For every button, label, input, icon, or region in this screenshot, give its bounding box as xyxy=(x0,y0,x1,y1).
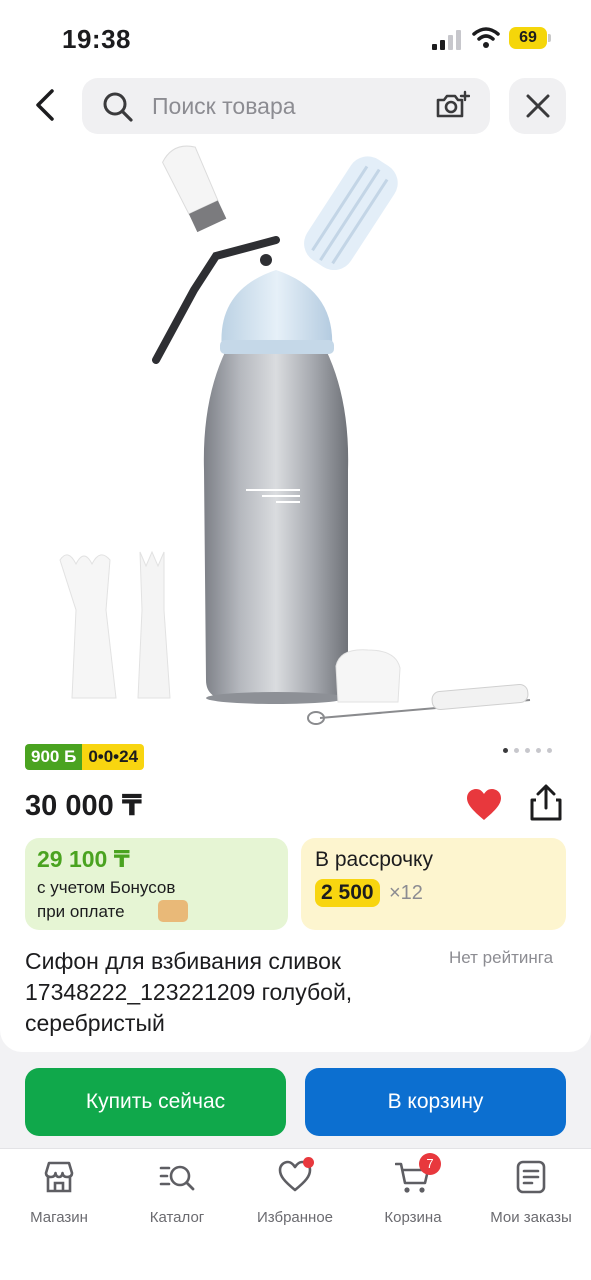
store-icon xyxy=(44,1161,74,1193)
close-icon xyxy=(526,94,549,118)
favorite-heart-icon[interactable] xyxy=(466,788,502,822)
installment-title: В рассрочку xyxy=(315,848,433,871)
signal-icon xyxy=(432,30,461,50)
battery-icon: 69 xyxy=(509,27,547,49)
tab-label: Магазин xyxy=(30,1209,88,1226)
search-input[interactable]: Поиск товара xyxy=(82,78,490,134)
bonus-price: 29 100 ₸ xyxy=(37,846,130,872)
camera-search-icon[interactable] xyxy=(434,90,470,122)
bonus-caption: с учетом Бонусов xyxy=(37,878,176,897)
status-time: 19:38 xyxy=(62,24,131,54)
pager-dot xyxy=(503,748,508,753)
bonus-badge: 900 Б xyxy=(25,744,83,770)
bonus-caption-payment: при оплате xyxy=(37,902,125,921)
back-button[interactable] xyxy=(24,84,66,126)
search-placeholder: Поиск товара xyxy=(152,93,296,119)
bottom-tab-bar: Магазин Каталог Избранное 7 Корзина Мои … xyxy=(0,1148,591,1280)
installment-months: ×12 xyxy=(389,882,423,904)
wifi-icon xyxy=(472,27,500,48)
product-price: 30 000 ₸ xyxy=(25,790,142,822)
tab-label: Мои заказы xyxy=(490,1209,572,1226)
tab-orders[interactable]: Мои заказы xyxy=(472,1159,590,1226)
payment-method-icon xyxy=(158,900,188,922)
tab-label: Корзина xyxy=(384,1209,442,1226)
installment-badge: 0•0•24 xyxy=(82,744,145,770)
bonus-price-box[interactable]: 29 100 ₸ с учетом Бонусов при оплате xyxy=(25,838,288,930)
tab-label: Каталог xyxy=(149,1209,205,1226)
orders-icon xyxy=(516,1160,546,1194)
product-image[interactable] xyxy=(40,140,551,734)
tab-catalog[interactable]: Каталог xyxy=(118,1159,236,1226)
promo-badges: 900 Б 0•0•24 xyxy=(25,744,145,770)
installment-monthly: 2 500 xyxy=(315,879,380,907)
favorites-dot xyxy=(303,1157,314,1168)
product-card: 900 Б 0•0•24 30 000 ₸ 29 100 ₸ с учетом … xyxy=(0,140,591,1052)
product-title: Сифон для взбивания сливок 17348222_1232… xyxy=(25,948,353,1036)
battery-tip xyxy=(548,34,551,42)
catalog-search-icon xyxy=(159,1165,195,1191)
tab-label: Избранное xyxy=(256,1209,334,1226)
tab-store[interactable]: Магазин xyxy=(0,1159,118,1226)
search-icon xyxy=(103,92,133,122)
close-button[interactable] xyxy=(509,78,566,134)
search-header: Поиск товара xyxy=(0,76,591,140)
tab-cart[interactable]: 7 Корзина xyxy=(354,1153,472,1226)
image-pager xyxy=(503,748,552,753)
pager-dot xyxy=(536,748,541,753)
installment-box[interactable]: В рассрочку 2 500 ×12 xyxy=(301,838,566,930)
share-icon[interactable] xyxy=(528,784,564,822)
pager-dot xyxy=(547,748,552,753)
tab-favorites[interactable]: Избранное xyxy=(236,1157,354,1226)
status-bar: 19:38 69 xyxy=(0,0,591,76)
pager-dot xyxy=(514,748,519,753)
add-to-cart-button[interactable]: В корзину xyxy=(305,1068,566,1136)
cart-count-badge: 7 xyxy=(419,1153,441,1175)
buy-now-button[interactable]: Купить сейчас xyxy=(25,1068,286,1136)
chevron-left-icon xyxy=(36,89,54,121)
pager-dot xyxy=(525,748,530,753)
product-rating[interactable]: Нет рейтинга xyxy=(449,948,553,968)
